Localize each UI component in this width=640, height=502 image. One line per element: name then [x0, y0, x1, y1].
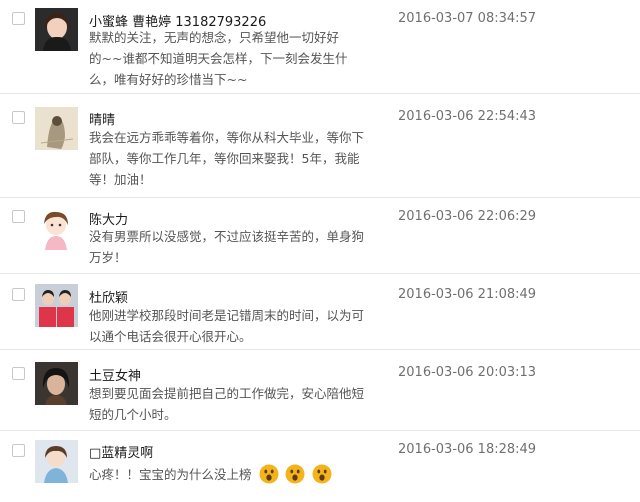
- comment-text: 他刚进学校那段时间老是记错周末的时间，以为可 以通个电话会很开心很开心。: [89, 305, 409, 347]
- comment-author: 晴晴: [89, 113, 116, 128]
- comment-row: 土豆女神 2016-03-06 20:03:13 想到要见面会提前把自己的工作做…: [0, 350, 640, 431]
- surprised-face-icon: [312, 464, 332, 490]
- checkbox-icon[interactable]: [12, 288, 25, 301]
- checkbox-icon[interactable]: [12, 111, 25, 124]
- comment-row: 杜欣颖 2016-03-06 21:08:49 他刚进学校那段时间老是记错周末的…: [0, 274, 640, 350]
- comment-timestamp: 2016-03-07 08:34:57: [398, 11, 537, 26]
- comment-text-line: 部队，等你工作几年，等你回来娶我！5年，我能: [89, 151, 360, 166]
- comment-text: 心疼！！宝宝的为什么没上榜: [89, 464, 409, 490]
- checkbox-icon[interactable]: [12, 367, 25, 380]
- comment-row: 陈大力 2016-03-06 22:06:29 没有男票所以没感觉，不过应该挺辛…: [0, 198, 640, 274]
- checkbox-icon[interactable]: [12, 444, 25, 457]
- comment-text-line: 没有男票所以没感觉，不过应该挺辛苦的，单身狗: [89, 229, 365, 244]
- comment-timestamp: 2016-03-06 22:54:43: [398, 109, 537, 124]
- comment-text-line: 万岁！: [89, 250, 127, 265]
- comment-text-line: 以通个电话会很开心很开心。: [89, 329, 252, 344]
- comment-row: 晴晴 2016-03-06 22:54:43 我会在远方乖乖等着你，等你从科大毕…: [0, 94, 640, 198]
- comment-text-line: 他刚进学校那段时间老是记错周末的时间，以为可: [89, 308, 365, 323]
- comment-text-line: 的~~谁都不知道明天会怎样，下一刻会发生什: [89, 51, 348, 66]
- comment-text-line: 短的几个小时。: [89, 407, 177, 422]
- avatar: [35, 284, 78, 327]
- comment-timestamp: 2016-03-06 21:08:49: [398, 287, 537, 302]
- comment-text-line: 想到要见面会提前把自己的工作做完，安心陪他短: [89, 386, 365, 401]
- checkbox-icon[interactable]: [12, 12, 25, 25]
- comment-text-line: 心疼！！宝宝的为什么没上榜: [89, 467, 252, 482]
- comment-author: □蓝精灵啊: [89, 446, 154, 461]
- comment-timestamp: 2016-03-06 18:28:49: [398, 442, 537, 457]
- avatar: [35, 8, 78, 51]
- comment-list: 小蜜蜂 曹艳婷 13182793226 2016-03-07 08:34:57 …: [0, 0, 640, 502]
- surprised-face-icon: [285, 464, 305, 490]
- avatar: [35, 107, 78, 150]
- comment-timestamp: 2016-03-06 22:06:29: [398, 209, 537, 224]
- surprised-face-icon: [259, 464, 279, 490]
- avatar: [35, 362, 78, 405]
- comment-text-line: 默默的关注，无声的想念，只希望他一切好好: [89, 30, 340, 45]
- comment-text: 我会在远方乖乖等着你，等你从科大毕业，等你下 部队，等你工作几年，等你回来娶我！…: [89, 127, 409, 190]
- avatar: [35, 207, 78, 250]
- comment-author: 杜欣颖: [89, 291, 129, 306]
- comment-text: 默默的关注，无声的想念，只希望他一切好好 的~~谁都不知道明天会怎样，下一刻会发…: [89, 27, 409, 90]
- avatar: [35, 440, 78, 483]
- comment-timestamp: 2016-03-06 20:03:13: [398, 365, 537, 380]
- comment-author: 土豆女神: [89, 369, 142, 384]
- checkbox-icon[interactable]: [12, 210, 25, 223]
- comment-text-line: 等！加油！: [89, 172, 152, 187]
- comment-text: 想到要见面会提前把自己的工作做完，安心陪他短 短的几个小时。: [89, 383, 409, 425]
- comment-row: □蓝精灵啊 2016-03-06 18:28:49 心疼！！宝宝的为什么没上榜: [0, 431, 640, 502]
- comment-text: 没有男票所以没感觉，不过应该挺辛苦的，单身狗 万岁！: [89, 226, 409, 268]
- comment-text-line: 我会在远方乖乖等着你，等你从科大毕业，等你下: [89, 130, 365, 145]
- comment-text-line: 么，唯有好好的珍惜当下~~: [89, 72, 248, 87]
- comment-row: 小蜜蜂 曹艳婷 13182793226 2016-03-07 08:34:57 …: [0, 0, 640, 94]
